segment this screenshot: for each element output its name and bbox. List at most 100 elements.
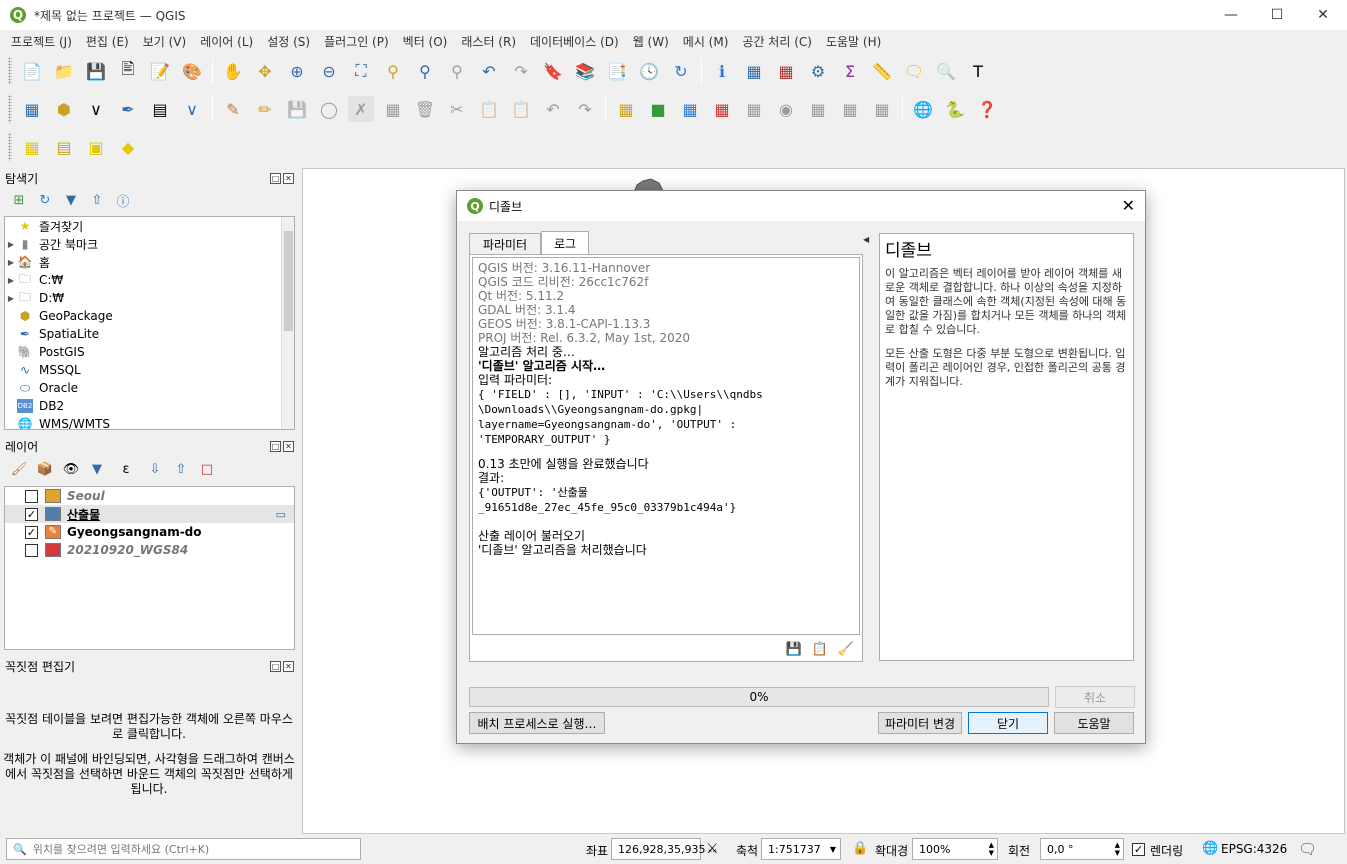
maximize-button[interactable]: ☐ — [1254, 0, 1300, 30]
new-temporary-layer-icon[interactable]: ▤ — [147, 96, 173, 122]
filter-legend-icon[interactable]: ▼ — [87, 459, 107, 479]
select-features-icon[interactable]: ▦ — [19, 134, 45, 160]
rotation-field[interactable]: 0,0 ° ▲ ▼ — [1040, 838, 1124, 860]
layer-visibility-checkbox[interactable]: ✓ — [25, 507, 38, 521]
show-hide-labels-icon[interactable]: ◉ — [773, 96, 799, 122]
browser-item-favorites[interactable]: ★ 즐겨찾기 — [5, 217, 294, 235]
pin-labels-icon[interactable]: ▦ — [677, 96, 703, 122]
rotate-label-icon[interactable]: ▦ — [805, 96, 831, 122]
add-selected-layers-icon[interactable]: ⊞ — [9, 190, 29, 210]
move-label-icon[interactable]: ▦ — [741, 96, 767, 122]
change-parameters-button[interactable]: 파라미터 변경 — [878, 712, 962, 734]
annotation-icon[interactable]: 🔍 — [933, 58, 959, 84]
browser-item-spatialite[interactable]: ✒ SpatiaLite — [5, 325, 294, 343]
refresh-icon[interactable]: ↻ — [668, 58, 694, 84]
copy-features-icon[interactable]: 📋 — [476, 96, 502, 122]
processing-toolbox-icon[interactable]: ⚙ — [805, 58, 831, 84]
spinner-icon[interactable]: ▲ ▼ — [989, 841, 994, 857]
label-properties-icon[interactable]: ▦ — [869, 96, 895, 122]
show-bookmarks-icon[interactable]: 📚 — [572, 58, 598, 84]
attribute-table-icon[interactable]: ▦ — [741, 58, 767, 84]
close-panel-button[interactable]: ✕ — [283, 172, 294, 184]
measure-icon[interactable]: 📏 — [869, 58, 895, 84]
close-dialog-icon[interactable]: ✕ — [1122, 196, 1135, 215]
filter-expression-icon[interactable]: ε — [113, 459, 139, 479]
copy-log-icon[interactable]: 📋 — [812, 642, 828, 657]
metasearch-icon[interactable]: 🌐 — [910, 96, 936, 122]
zoom-native-icon[interactable]: ⚲ — [444, 58, 470, 84]
browser-item-db2[interactable]: DB2 DB2 — [5, 397, 294, 415]
menu-web[interactable]: 웹 (W) — [626, 33, 676, 50]
field-calculator-icon[interactable]: ▦ — [773, 58, 799, 84]
refresh-icon[interactable]: ↻ — [35, 190, 55, 210]
paste-features-icon[interactable]: 📋 — [508, 96, 534, 122]
delete-selected-icon[interactable]: 🗑 — [412, 96, 438, 122]
minimize-button[interactable]: — — [1208, 0, 1254, 30]
browser-scrollbar[interactable] — [281, 217, 294, 429]
toolbar-grip[interactable] — [8, 133, 12, 161]
statistics-icon[interactable]: Σ — [837, 58, 863, 84]
zoom-out-icon[interactable]: ⊖ — [316, 58, 342, 84]
menu-settings[interactable]: 설정 (S) — [260, 33, 317, 50]
layer-visibility-checkbox[interactable]: ✓ — [25, 525, 38, 539]
layer-item-gyeongsangnam[interactable]: ✓ ✎ Gyeongsangnam-do — [5, 523, 294, 541]
remove-layer-icon[interactable]: □ — [197, 459, 217, 479]
info-icon[interactable]: ⓘ — [113, 190, 133, 210]
new-bookmark-icon[interactable]: 🔖 — [540, 58, 566, 84]
messages-icon[interactable]: 🗨 — [1298, 840, 1317, 858]
style-manager-icon[interactable]: 🎨 — [179, 58, 205, 84]
scale-field[interactable]: 1:751737 ▼ — [761, 838, 841, 860]
open-project-icon[interactable]: 📁 — [51, 58, 77, 84]
identify-features-icon[interactable]: ℹ — [709, 58, 735, 84]
menu-view[interactable]: 보기 (V) — [136, 33, 193, 50]
text-annotation-icon[interactable]: T — [965, 58, 991, 84]
add-group-icon[interactable]: 📦 — [35, 459, 55, 479]
filter-icon[interactable]: ▼ — [61, 190, 81, 210]
menu-help[interactable]: 도움말 (H) — [819, 33, 888, 50]
layer-item-seoul[interactable]: Seoul — [5, 487, 294, 505]
menu-edit[interactable]: 편집 (E) — [79, 33, 136, 50]
toolbar-grip[interactable] — [8, 57, 12, 85]
save-project-icon[interactable]: 💾 — [83, 58, 109, 84]
browser-item-d-drive[interactable]: ▶ 🗀 D:₩ — [5, 289, 294, 307]
menu-plugins[interactable]: 플러그인 (P) — [317, 33, 396, 50]
highlight-pinned-labels-icon[interactable]: ▦ — [709, 96, 735, 122]
cut-features-icon[interactable]: ✂ — [444, 96, 470, 122]
tab-log[interactable]: 로그 — [541, 231, 589, 255]
expand-all-icon[interactable]: ⇩ — [145, 459, 165, 479]
layer-item-wgs84[interactable]: 20210920_WGS84 — [5, 541, 294, 559]
menu-project[interactable]: 프로젝트 (J) — [4, 33, 79, 50]
pan-icon[interactable]: ✋ — [220, 58, 246, 84]
coordinate-field[interactable]: 126,928,35,935 — [611, 838, 705, 860]
current-edits-icon[interactable]: ✎ — [220, 96, 246, 122]
browser-item-mssql[interactable]: ∿ MSSQL — [5, 361, 294, 379]
cancel-button[interactable]: 취소 — [1055, 686, 1135, 708]
browser-item-home[interactable]: ▶ 🏠 홈 — [5, 253, 294, 271]
locator-search-input[interactable]: 🔍 위치를 찾으려면 입력하세요 (Ctrl+K) — [6, 838, 361, 860]
save-edits-icon[interactable]: 💾 — [284, 96, 310, 122]
zoom-next-icon[interactable]: ↷ — [508, 58, 534, 84]
menu-processing[interactable]: 공간 처리 (C) — [735, 33, 819, 50]
close-panel-button[interactable]: ✕ — [283, 660, 294, 672]
browser-item-geopackage[interactable]: ⬢ GeoPackage — [5, 307, 294, 325]
toolbar-grip[interactable] — [8, 95, 12, 123]
vertex-tool-icon[interactable]: ✗ — [348, 96, 374, 122]
layout-manager-icon[interactable]: 📝 — [147, 58, 173, 84]
digitize-icon[interactable]: ◯ — [316, 96, 342, 122]
magnifier-field[interactable]: 100% ▲ ▼ — [912, 838, 998, 860]
collapse-help-icon[interactable]: ◀ — [863, 235, 869, 244]
map-tips-icon[interactable]: 🗨 — [901, 58, 927, 84]
temporary-layer-icon[interactable]: ▭ — [276, 508, 286, 521]
float-panel-button[interactable]: □ — [270, 172, 281, 184]
select-by-value-icon[interactable]: ▤ — [51, 134, 77, 160]
log-output[interactable]: QGIS 버전: 3.16.11-Hannover QGIS 코드 리비전: 2… — [472, 257, 860, 635]
menu-database[interactable]: 데이터베이스 (D) — [523, 33, 626, 50]
save-log-icon[interactable]: 💾 — [785, 642, 801, 657]
close-panel-button[interactable]: ✕ — [283, 440, 294, 452]
layer-visibility-checkbox[interactable] — [25, 489, 38, 503]
data-source-manager-icon[interactable]: ▦ — [19, 96, 45, 122]
modify-attributes-icon[interactable]: ▦ — [380, 96, 406, 122]
help-contents-icon[interactable]: ❓ — [974, 96, 1000, 122]
label-toolbar-icon[interactable]: ▦ — [613, 96, 639, 122]
tab-parameters[interactable]: 파라미터 — [469, 233, 541, 255]
